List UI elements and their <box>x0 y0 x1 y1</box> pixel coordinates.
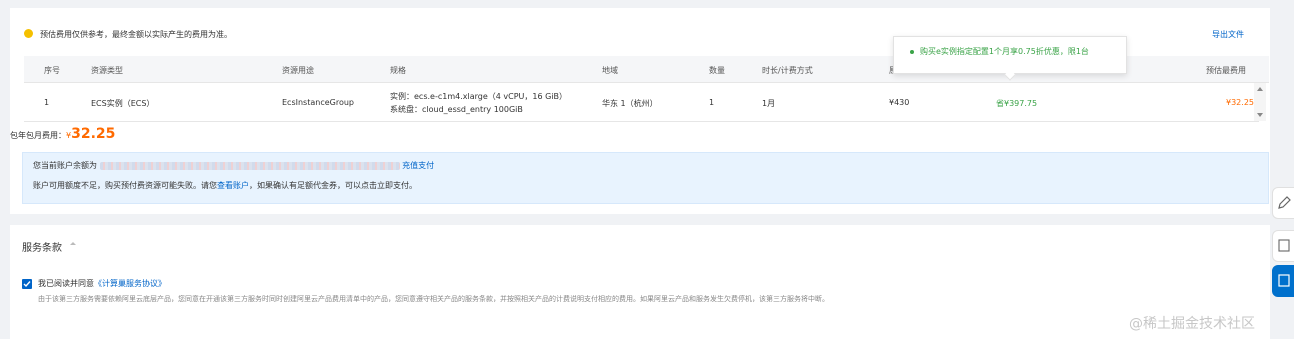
row-spec-disk: 系统盘：cloud_essd_entry 100GiB <box>390 105 523 114</box>
col-quantity: 数量 <box>709 66 725 75</box>
row-usage: EcsInstanceGroup <box>282 98 355 107</box>
scroll-up-icon[interactable] <box>1257 87 1263 91</box>
warning-icon <box>24 29 33 38</box>
tooltip-text: 购买e实例指定配置1个月享0.75折优惠，限1台 <box>920 47 1089 56</box>
col-resource-type: 资源类型 <box>91 66 123 75</box>
service-terms-panel: 服务条款 我已阅读并同意《计算巢服务协议》 由于该第三方服务需要依赖阿里云底层产… <box>10 225 1270 339</box>
feedback-icon <box>1278 239 1290 252</box>
notice-text: 预估费用仅供参考，最终金额以实际产生的费用为准。 <box>40 30 232 39</box>
col-spec: 规格 <box>390 66 406 75</box>
edit-icon <box>1278 196 1291 209</box>
agreement-link[interactable]: 《计算巢服务协议》 <box>94 279 166 288</box>
discount-tooltip: 购买e实例指定配置1个月享0.75折优惠，限1台 <box>893 36 1127 81</box>
recharge-link[interactable]: 充值支付 <box>402 161 434 170</box>
agree-line: 我已阅读并同意《计算巢服务协议》 <box>38 278 166 289</box>
row-saving: 省¥397.75 <box>996 99 1038 108</box>
row-quantity: 1 <box>709 98 715 107</box>
col-region: 地域 <box>602 66 618 75</box>
account-balance-box: 您当前账户余额为 充值支付 账户可用额度不足，购买预付费资源可能失败。请您查看账… <box>22 152 1269 204</box>
feedback-float-button[interactable] <box>1272 230 1294 262</box>
col-duration: 时长/计费方式 <box>762 66 813 75</box>
total-cost: 包年包月费用：¥32.25 <box>10 126 115 142</box>
balance-label: 您当前账户余额为 <box>33 161 97 170</box>
terms-title: 服务条款 <box>22 243 62 254</box>
export-file-link[interactable]: 导出文件 <box>1212 29 1244 40</box>
balance-line: 您当前账户余额为 充值支付 <box>33 160 434 171</box>
agree-prefix: 我已阅读并同意 <box>38 279 94 288</box>
masked-balance <box>99 161 400 170</box>
total-label: 包年包月费用： <box>10 131 66 140</box>
help-icon <box>1278 274 1290 287</box>
agree-checkbox[interactable] <box>22 279 32 289</box>
chevron-up-icon[interactable] <box>70 242 76 245</box>
warning-text: 账户可用额度不足，购买预付费资源可能失败。请您 <box>33 181 217 190</box>
col-index: 序号 <box>44 66 60 75</box>
bullet-icon <box>910 50 914 54</box>
warning-text-2: ，如果确认有足额代金券，可以点击立即支付。 <box>249 181 417 190</box>
row-resource-type: ECS实例（ECS） <box>91 99 155 108</box>
check-icon <box>23 281 31 288</box>
row-index: 1 <box>44 98 50 107</box>
balance-warning: 账户可用额度不足，购买预付费资源可能失败。请您查看账户，如果确认有足额代金券，可… <box>33 180 417 191</box>
table-row: 1 ECS实例（ECS） EcsInstanceGroup 实例：ecs.e-c… <box>24 83 1259 122</box>
col-usage: 资源用途 <box>282 66 314 75</box>
row-duration: 1月 <box>762 99 776 108</box>
total-amount: 32.25 <box>71 126 116 142</box>
scroll-down-icon[interactable] <box>1257 113 1263 117</box>
row-price: ¥430 <box>889 98 910 107</box>
table-scrollbar[interactable] <box>1254 83 1266 121</box>
row-spec-instance: 实例：ecs.e-c1m4.xlarge（4 vCPU，16 GiB） <box>390 92 568 101</box>
view-account-link[interactable]: 查看账户 <box>217 181 249 190</box>
help-float-button[interactable] <box>1272 265 1294 297</box>
row-region: 华东 1（杭州） <box>602 99 658 108</box>
terms-description: 由于该第三方服务需要依赖阿里云底层产品，您同意在开通该第三方服务时同时创建阿里云… <box>38 295 829 303</box>
edit-float-button[interactable] <box>1272 187 1294 219</box>
watermark-text: @稀土掘金技术社区 <box>1129 316 1255 332</box>
col-estimated: 预估最费用 <box>1206 66 1246 75</box>
row-estimated-cost: ¥32.25 <box>1226 98 1254 107</box>
